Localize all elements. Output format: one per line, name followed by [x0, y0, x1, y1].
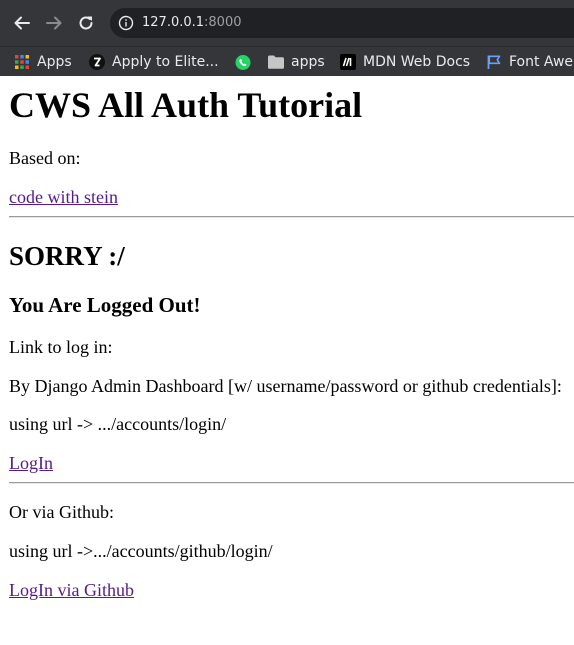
github-intro-text: Or via Github: — [9, 502, 114, 522]
bookmark-label: apps — [291, 54, 325, 70]
apps-grid-icon — [14, 54, 30, 70]
bookmark-label: Apps — [37, 54, 72, 70]
page-content: CWS All Auth Tutorial Based on: code wit… — [0, 76, 574, 645]
sorry-heading: SORRY :/ — [9, 241, 125, 271]
login-link-paragraph: LogIn — [9, 452, 53, 474]
mdn-icon — [340, 54, 356, 70]
bookmarks-bar: Apps Apply to Elite... apps MDN Web Docs… — [0, 46, 574, 76]
forward-button[interactable] — [42, 11, 66, 35]
code-with-stein-link[interactable]: code with stein — [9, 187, 118, 207]
address-bar[interactable]: 127.0.0.1:8000 — [110, 8, 574, 38]
back-arrow-icon — [14, 16, 30, 30]
bookmark-label: Font Awe — [509, 54, 574, 70]
divider — [9, 216, 574, 218]
elite-z-icon — [89, 54, 105, 70]
url-host: 127.0.0.1 — [142, 15, 205, 30]
github-login-link[interactable]: LogIn via Github — [9, 580, 134, 600]
back-button[interactable] — [10, 11, 34, 35]
github-login-link-paragraph: LogIn via Github — [9, 579, 134, 601]
reload-button[interactable] — [74, 11, 98, 35]
divider — [9, 482, 574, 484]
link-intro-text: Link to log in: — [9, 337, 113, 357]
bookmark-label: Apply to Elite... — [112, 54, 219, 70]
folder-icon — [268, 54, 284, 70]
bookmark-font-awesome[interactable]: Font Awe — [486, 47, 573, 77]
logged-out-heading: You Are Logged Out! — [9, 293, 201, 317]
whatsapp-icon — [235, 54, 251, 70]
url-text[interactable]: 127.0.0.1:8000 — [142, 14, 242, 32]
github-url-text: using url ->.../accounts/github/login/ — [9, 541, 273, 561]
login-url-text: using url -> .../accounts/login/ — [9, 414, 227, 434]
based-on-link-paragraph: code with stein — [9, 186, 118, 208]
bookmark-apps[interactable]: Apps — [14, 47, 72, 77]
browser-toolbar: 127.0.0.1:8000 — [0, 0, 574, 46]
login-link[interactable]: LogIn — [9, 453, 53, 473]
based-on-label: Based on: — [9, 148, 81, 168]
site-info-icon[interactable] — [118, 15, 134, 31]
bookmark-label: MDN Web Docs — [363, 54, 471, 70]
bookmark-whatsapp[interactable] — [235, 47, 258, 77]
bookmark-mdn-web-docs[interactable]: MDN Web Docs — [340, 47, 470, 77]
django-admin-text: By Django Admin Dashboard [w/ username/p… — [9, 376, 562, 396]
url-port: :8000 — [204, 15, 242, 30]
bookmark-apply-to-elite[interactable]: Apply to Elite... — [89, 47, 219, 77]
flag-icon — [486, 54, 502, 70]
bookmark-apps-folder[interactable]: apps — [268, 47, 325, 77]
reload-icon — [79, 16, 93, 30]
forward-arrow-icon — [46, 16, 62, 30]
page-title: CWS All Auth Tutorial — [9, 85, 363, 125]
